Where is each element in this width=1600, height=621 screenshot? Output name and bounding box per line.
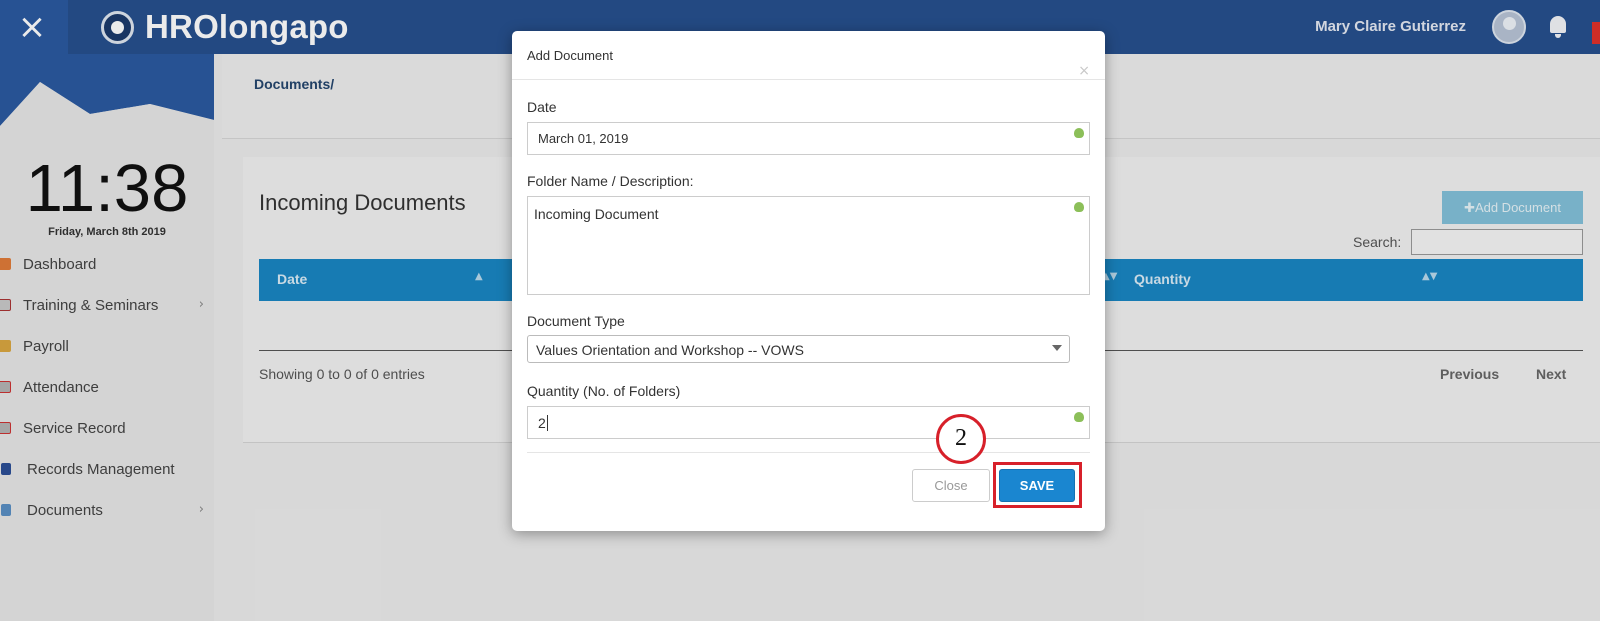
- document-type-select[interactable]: Values Orientation and Workshop -- VOWS: [527, 335, 1070, 363]
- close-icon[interactable]: ×: [1078, 63, 1090, 79]
- field-helper-icon: [1074, 412, 1084, 422]
- folder-description-field[interactable]: Incoming Document: [527, 196, 1090, 295]
- date-field[interactable]: March 01, 2019: [527, 122, 1090, 155]
- document-type-label: Document Type: [527, 313, 625, 329]
- date-label: Date: [527, 99, 557, 115]
- folder-label: Folder Name / Description:: [527, 173, 694, 189]
- folder-description-value: Incoming Document: [534, 206, 659, 222]
- modal-title: Add Document: [527, 48, 613, 63]
- quantity-value: 2: [538, 415, 546, 431]
- chevron-down-icon: [1052, 345, 1062, 351]
- quantity-label: Quantity (No. of Folders): [527, 383, 681, 399]
- step-number-marker: 2: [936, 414, 986, 464]
- document-type-value: Values Orientation and Workshop -- VOWS: [536, 342, 804, 358]
- date-value: March 01, 2019: [538, 131, 629, 146]
- text-cursor: [546, 415, 548, 431]
- modal-footer-divider: [527, 452, 1090, 453]
- field-helper-icon: [1074, 128, 1084, 138]
- add-document-modal: Add Document × Date March 01, 2019 Folde…: [512, 31, 1105, 531]
- quantity-field[interactable]: 2: [527, 406, 1090, 439]
- close-button[interactable]: Close: [912, 469, 990, 502]
- field-helper-icon: [1074, 202, 1084, 212]
- modal-divider: [512, 79, 1105, 80]
- save-highlight-box: [993, 462, 1082, 508]
